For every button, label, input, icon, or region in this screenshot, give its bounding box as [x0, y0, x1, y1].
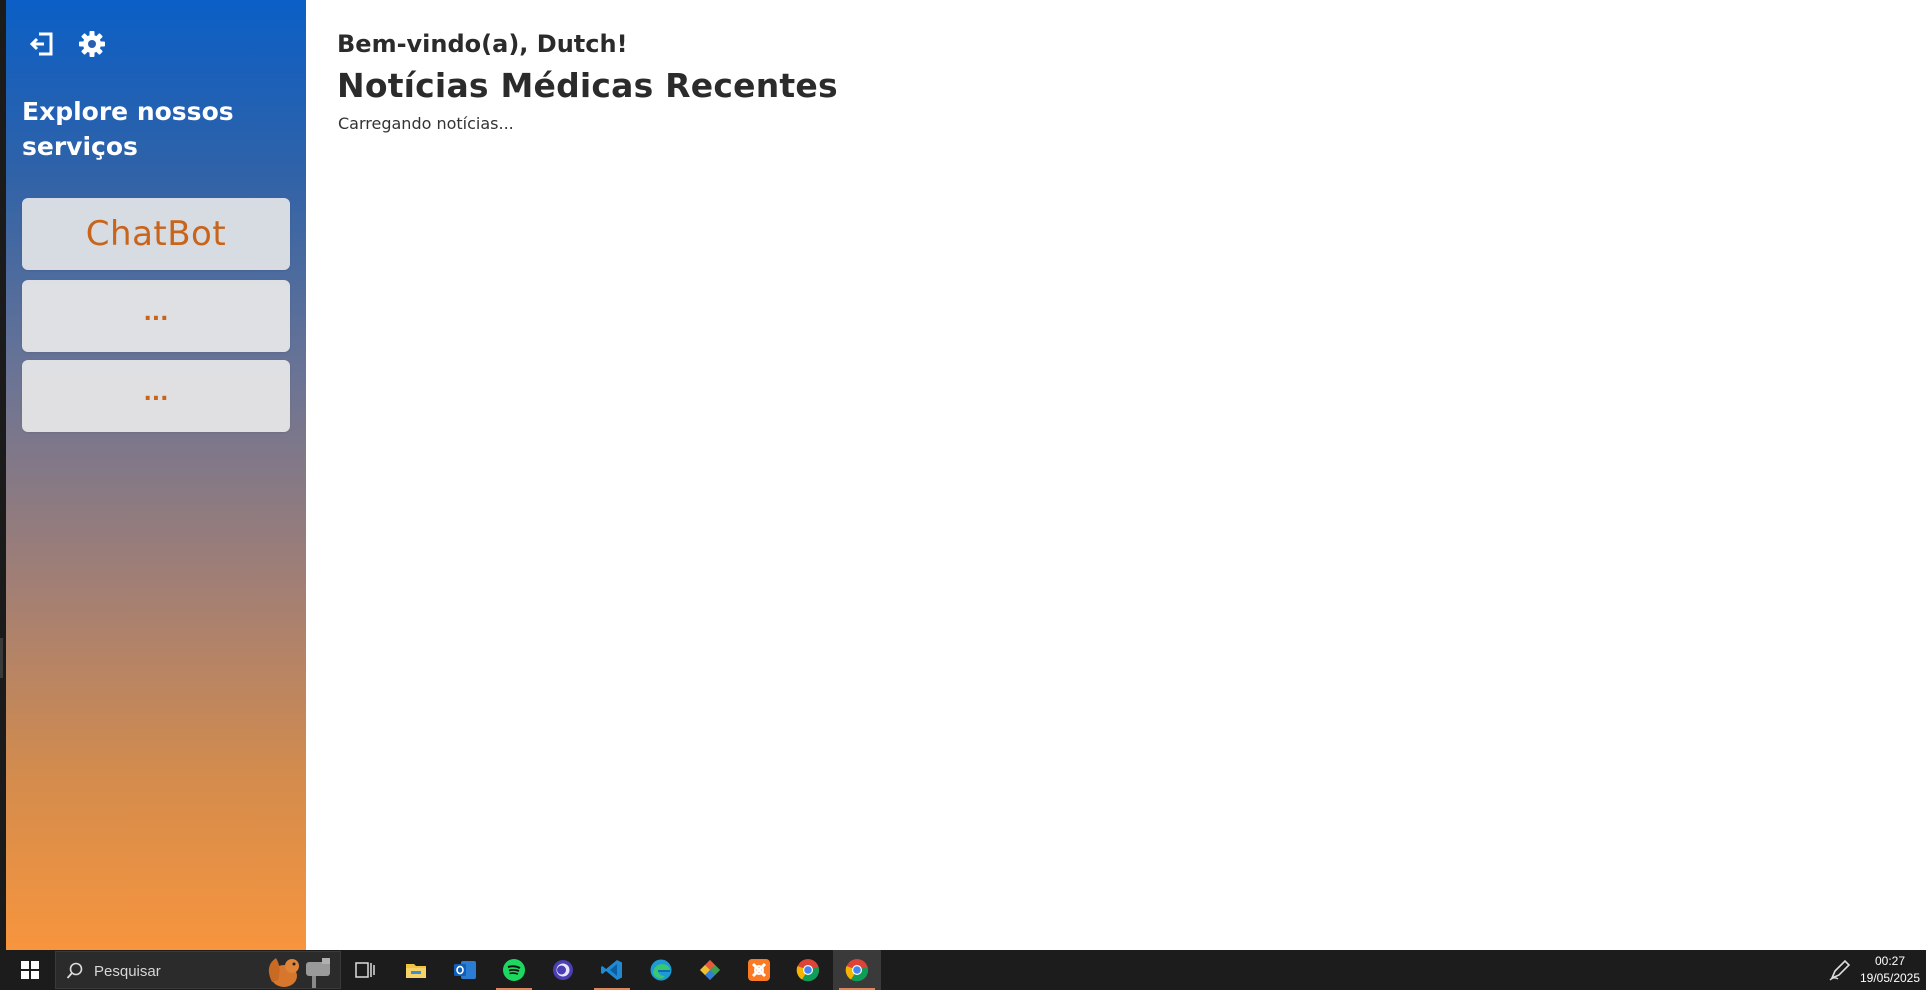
squirrel-search-highlight-icon	[268, 958, 330, 988]
file-explorer-icon[interactable]	[392, 950, 440, 990]
welcome-heading: Bem-vindo(a), Dutch!	[337, 30, 628, 58]
pen-workspace-icon[interactable]	[1828, 958, 1852, 982]
taskbar: Pesquisar 00:27 19/05/2025	[0, 950, 1926, 990]
taskbar-search-input[interactable]: Pesquisar	[55, 951, 341, 989]
loading-text: Carregando notícias...	[338, 114, 514, 133]
task-view-icon[interactable]	[341, 950, 389, 990]
main-content: Bem-vindo(a), Dutch! Notícias Médicas Re…	[306, 0, 1926, 950]
sidebar-toolbar	[26, 28, 108, 60]
service-card-placeholder-1[interactable]: ...	[22, 280, 290, 352]
sidebar: Explore nossos serviços ChatBot ... ...	[6, 0, 306, 950]
sidebar-title: Explore nossos serviços	[22, 97, 234, 161]
outlook-icon[interactable]	[441, 950, 489, 990]
resize-handle[interactable]	[0, 638, 3, 678]
windows-start-icon[interactable]	[6, 950, 54, 990]
edge-icon[interactable]	[637, 950, 685, 990]
logout-icon[interactable]	[26, 28, 58, 60]
spotify-icon[interactable]	[490, 950, 538, 990]
gear-icon[interactable]	[76, 28, 108, 60]
chrome-icon[interactable]	[784, 950, 832, 990]
taskbar-clock[interactable]: 00:27 19/05/2025	[1858, 953, 1922, 987]
purple-app-icon[interactable]	[539, 950, 587, 990]
clock-time: 00:27	[1874, 954, 1906, 968]
clock-date: 19/05/2025	[1859, 971, 1921, 985]
git-app-icon[interactable]	[686, 950, 734, 990]
chrome-active-icon[interactable]	[833, 950, 881, 990]
page-title: Notícias Médicas Recentes	[337, 66, 838, 105]
xampp-icon[interactable]	[735, 950, 783, 990]
vscode-icon[interactable]	[588, 950, 636, 990]
browser-viewport: Explore nossos serviços ChatBot ... ... …	[0, 0, 1926, 950]
search-icon	[66, 962, 83, 979]
search-placeholder: Pesquisar	[94, 963, 161, 980]
service-card-chatbot[interactable]: ChatBot	[22, 198, 290, 270]
service-card-placeholder-2[interactable]: ...	[22, 360, 290, 432]
